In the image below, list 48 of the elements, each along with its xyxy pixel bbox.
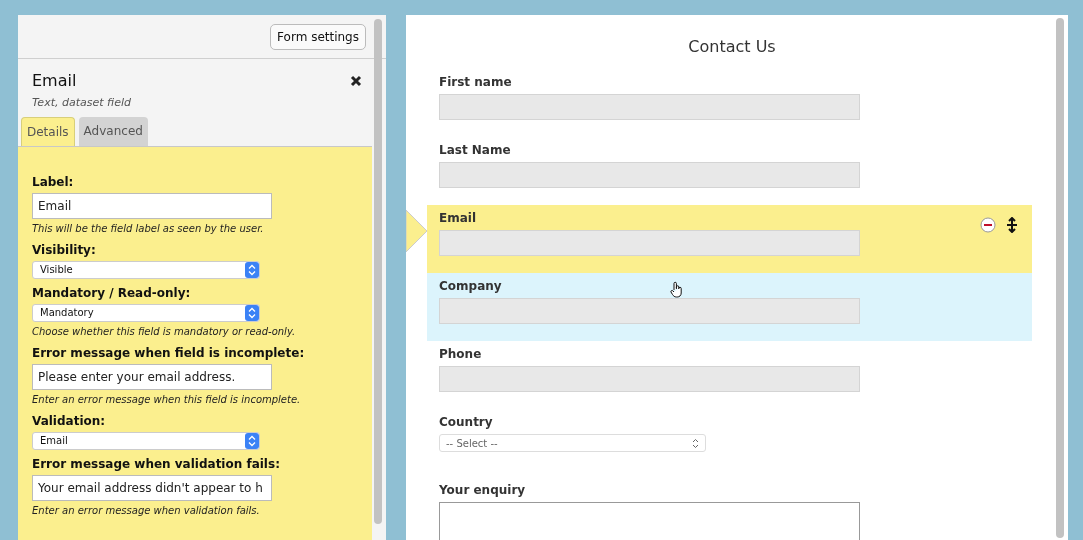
scrollbar[interactable] bbox=[1056, 18, 1064, 538]
select-arrows-icon bbox=[245, 432, 259, 449]
form-field-label: Email bbox=[439, 210, 477, 227]
dropdown[interactable]: Mandatory bbox=[32, 303, 260, 322]
hint-text: Enter an error message when this field is incomplete. bbox=[32, 392, 302, 407]
text-area[interactable] bbox=[439, 502, 860, 540]
tab[interactable]: Details bbox=[21, 116, 75, 146]
close-icon[interactable] bbox=[350, 75, 362, 87]
form-field-label: Company bbox=[439, 278, 502, 295]
text-field[interactable] bbox=[439, 366, 860, 392]
form-settings-button[interactable]: Form settings bbox=[270, 23, 366, 50]
dropdown[interactable]: Visible bbox=[32, 260, 260, 279]
property-label: Error message when validation fails: bbox=[32, 455, 281, 473]
hand-cursor-icon bbox=[670, 281, 684, 298]
text-field[interactable]: Your email address didn't appear to h bbox=[32, 474, 272, 501]
text-field[interactable] bbox=[439, 162, 860, 188]
move-icon[interactable] bbox=[1006, 217, 1018, 233]
property-label: Label: bbox=[32, 173, 75, 191]
property-label: Validation: bbox=[32, 412, 107, 430]
tab[interactable]: Advanced bbox=[78, 116, 148, 146]
property-label: Error message when field is incomplete: bbox=[32, 344, 306, 362]
select-arrows-icon bbox=[245, 261, 259, 278]
hint-text: Choose whether this field is mandatory or read-only. bbox=[32, 324, 297, 339]
scrollbar[interactable] bbox=[374, 19, 382, 524]
form-field-label: Phone bbox=[439, 346, 482, 363]
text-field[interactable]: Email bbox=[32, 192, 272, 219]
form-field-label: Your enquiry bbox=[439, 482, 526, 499]
text-field[interactable] bbox=[439, 94, 860, 120]
dropdown[interactable]: Email bbox=[32, 431, 260, 450]
pointer-arrow-icon bbox=[406, 210, 428, 252]
select-arrows-icon bbox=[692, 437, 699, 449]
form-field-label: Country bbox=[439, 414, 493, 431]
field-type: Text, dataset field bbox=[32, 95, 131, 111]
dropdown[interactable]: -- Select -- bbox=[439, 434, 706, 452]
hint-text: This will be the field label as seen by the user. bbox=[32, 221, 265, 236]
remove-icon[interactable] bbox=[980, 217, 996, 233]
form-title: Contact Us bbox=[688, 36, 776, 58]
field-title: Email bbox=[32, 70, 78, 92]
form-field-row[interactable]: Company bbox=[427, 273, 1032, 341]
select-arrows-icon bbox=[245, 304, 259, 321]
hint-text: Enter an error message when validation fails. bbox=[32, 503, 261, 518]
property-label: Visibility: bbox=[32, 241, 97, 259]
form-field-label: Last Name bbox=[439, 142, 511, 159]
form-field-label: First name bbox=[439, 74, 512, 91]
text-field[interactable] bbox=[439, 230, 860, 256]
text-field[interactable]: Please enter your email address. bbox=[32, 363, 272, 390]
text-field[interactable] bbox=[439, 298, 860, 324]
property-label: Mandatory / Read-only: bbox=[32, 284, 192, 302]
